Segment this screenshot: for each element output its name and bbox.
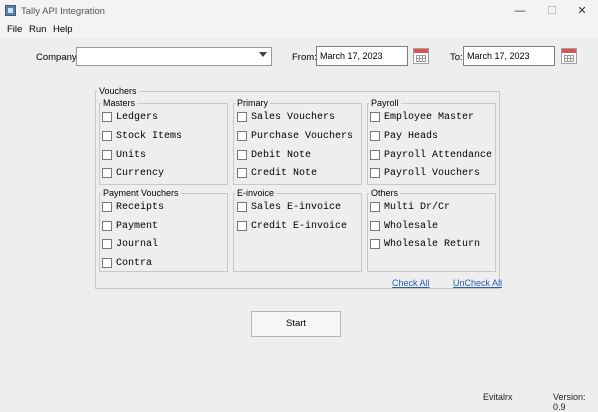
checkbox-box[interactable] (237, 221, 247, 231)
checkbox-label: Payment (116, 221, 159, 232)
checkbox-box[interactable] (370, 168, 380, 178)
checkbox-box[interactable] (370, 221, 380, 231)
checkbox-box[interactable] (370, 202, 380, 212)
checkbox-label: Purchase Vouchers (251, 131, 354, 142)
group-masters-title: Masters (101, 98, 138, 108)
from-calendar-icon[interactable] (413, 48, 429, 64)
group-payment-vouchers-title: Payment Vouchers (101, 188, 181, 198)
checkbox-box[interactable] (237, 131, 247, 141)
chevron-down-icon (259, 52, 267, 57)
maximize-button[interactable]: ☐ (545, 4, 559, 18)
menu-file[interactable]: File (7, 24, 22, 35)
to-label: To: (450, 52, 463, 63)
checkbox-box[interactable] (370, 112, 380, 122)
checkbox-label: Ledgers (116, 112, 159, 123)
checkbox-label: Multi Dr/Cr (384, 202, 451, 213)
uncheck-all-link[interactable]: UnCheck All (453, 278, 502, 288)
checkbox-label: Journal (116, 239, 159, 250)
checkbox-label: Wholesale (384, 221, 439, 232)
checkbox-box[interactable] (102, 131, 112, 141)
checkbox-label: Currency (116, 168, 165, 179)
minimize-button[interactable]: — (513, 4, 527, 18)
checkbox-box[interactable] (370, 239, 380, 249)
checkbox-label: Wholesale Return (384, 239, 481, 250)
app-icon (5, 5, 16, 16)
checkbox-label: Contra (116, 258, 153, 269)
checkbox-label: Credit Note (251, 168, 318, 179)
group-others-title: Others (369, 188, 401, 198)
checkbox-box[interactable] (370, 150, 380, 160)
group-e-invoice-title: E-invoice (235, 188, 277, 198)
checkbox-label: Debit Note (251, 150, 312, 161)
menu-bar: File Run Help (0, 22, 598, 38)
to-calendar-icon[interactable] (561, 48, 577, 64)
checkbox-label: Stock Items (116, 131, 183, 142)
from-label: From: (292, 52, 317, 63)
title-bar: Tally API Integration — ☐ ✕ (0, 0, 598, 22)
from-date-field[interactable]: March 17, 2023 (316, 46, 408, 66)
checkbox-label: Payroll Attendance (384, 150, 493, 161)
window-title: Tally API Integration (21, 6, 105, 17)
checkbox-label: Pay Heads (384, 131, 439, 142)
group-payroll-title: Payroll (369, 98, 401, 108)
to-date-field[interactable]: March 17, 2023 (463, 46, 555, 66)
checkbox-box[interactable] (237, 202, 247, 212)
check-all-link[interactable]: Check All (392, 278, 430, 288)
checkbox-box[interactable] (102, 168, 112, 178)
checkbox-box[interactable] (370, 131, 380, 141)
checkbox-label: Employee Master (384, 112, 475, 123)
checkbox-box[interactable] (237, 168, 247, 178)
checkbox-box[interactable] (237, 150, 247, 160)
company-dropdown[interactable] (76, 47, 272, 66)
checkbox-box[interactable] (102, 258, 112, 268)
brand-label: Evitalrx (483, 392, 513, 402)
checkbox-box[interactable] (102, 112, 112, 122)
vouchers-title: Vouchers (97, 86, 139, 96)
checkbox-box[interactable] (237, 112, 247, 122)
menu-help[interactable]: Help (53, 24, 73, 35)
checkbox-box[interactable] (102, 239, 112, 249)
menu-run[interactable]: Run (29, 24, 46, 35)
checkbox-label: Sales Vouchers (251, 112, 336, 123)
checkbox-box[interactable] (102, 221, 112, 231)
group-primary-title: Primary (235, 98, 270, 108)
checkbox-label: Payroll Vouchers (384, 168, 481, 179)
close-button[interactable]: ✕ (575, 4, 589, 18)
checkbox-box[interactable] (102, 150, 112, 160)
checkbox-label: Receipts (116, 202, 165, 213)
version-label: Version: 0.9 (553, 392, 586, 412)
checkbox-label: Credit E-invoice (251, 221, 348, 232)
checkbox-box[interactable] (102, 202, 112, 212)
checkbox-label: Units (116, 150, 147, 161)
checkbox-label: Sales E-invoice (251, 202, 342, 213)
start-button[interactable]: Start (251, 311, 341, 337)
company-label: Company: (36, 52, 80, 63)
